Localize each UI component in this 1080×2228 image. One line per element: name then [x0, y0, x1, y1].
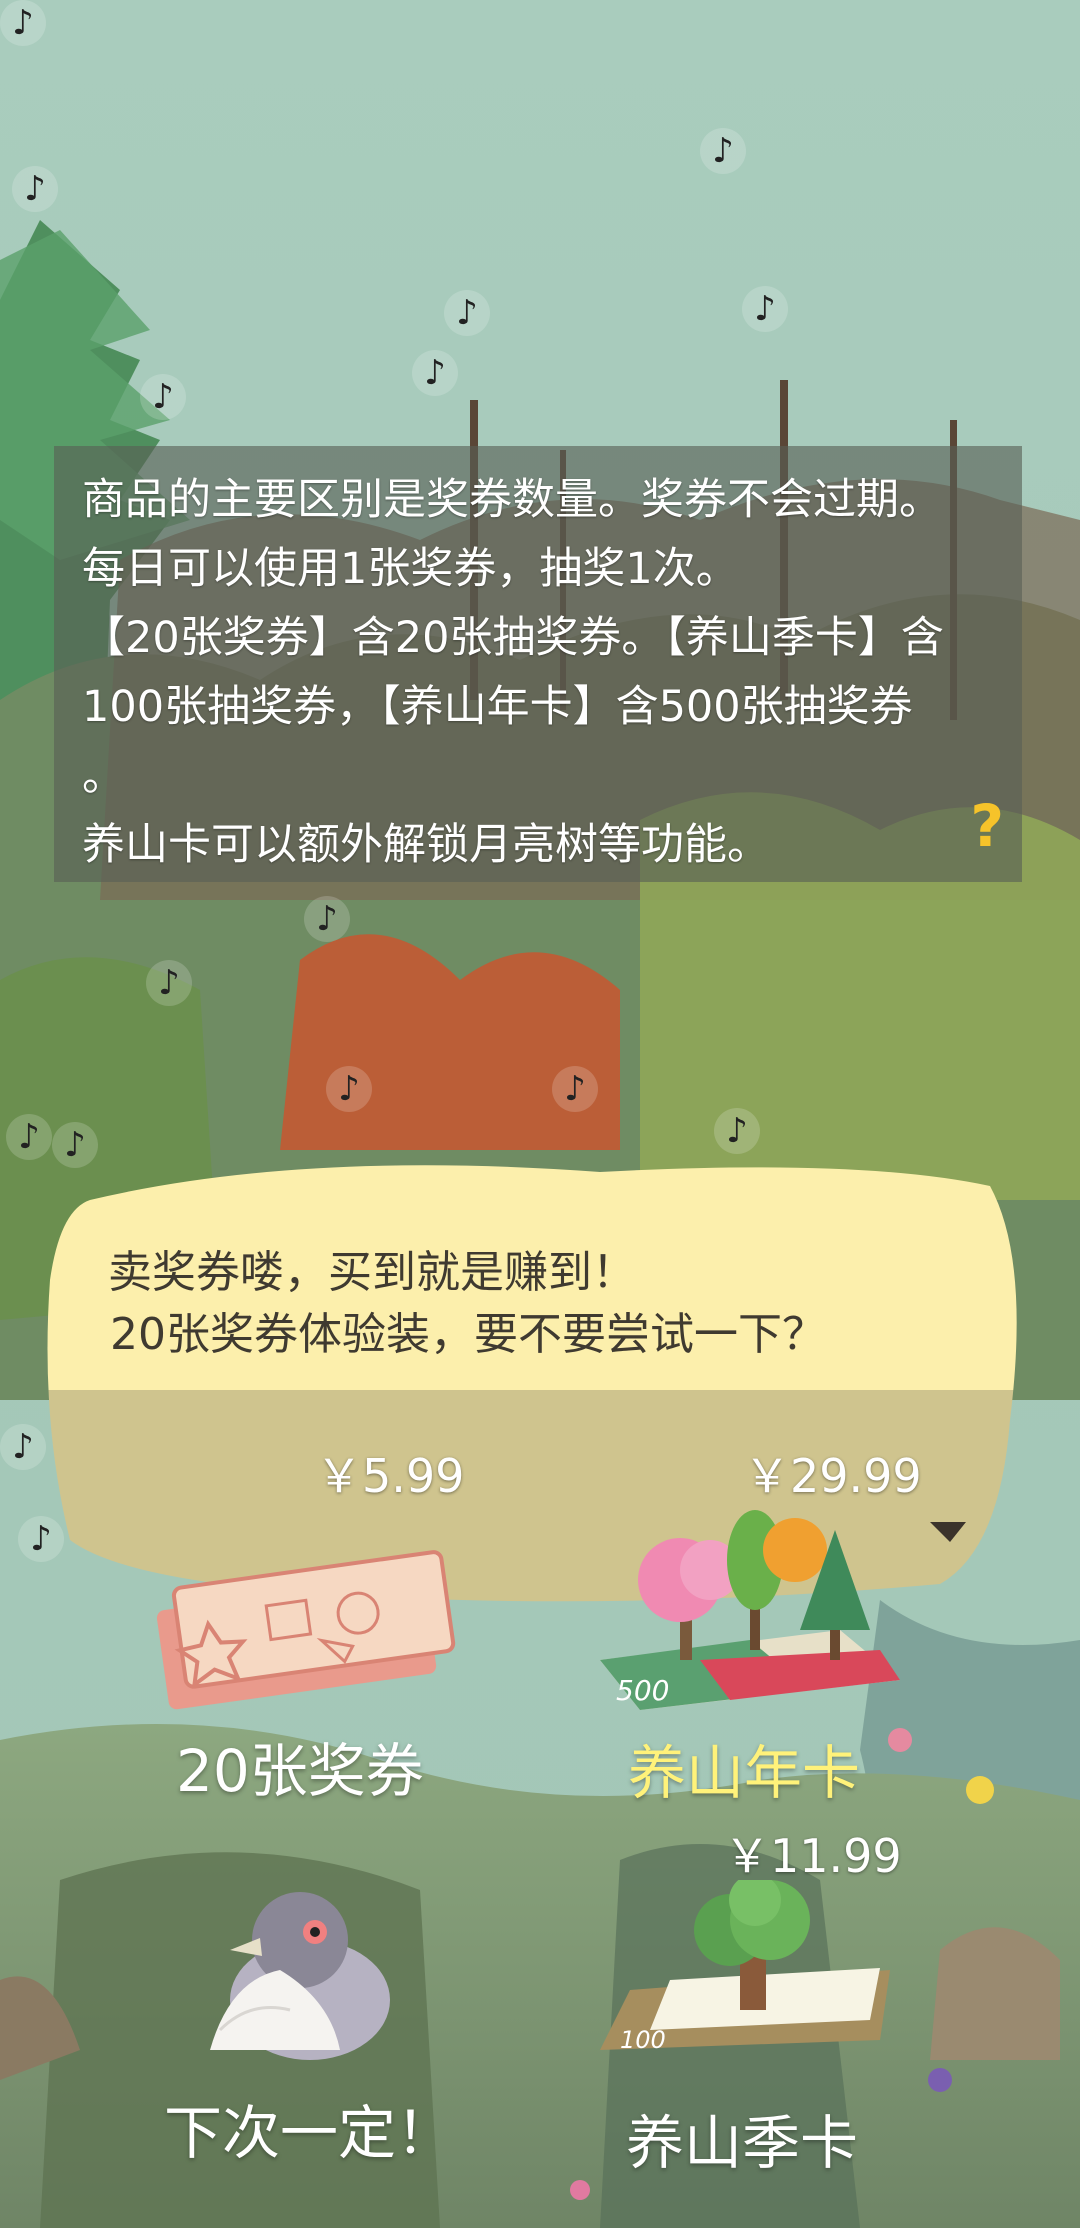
season-card-number: 100 [620, 2026, 666, 2054]
speech-line-2: 20张奖券体验装，要不要尝试一下？ [110, 1309, 826, 1360]
year-card-label: 养山年卡 [628, 1739, 861, 1807]
pigeon-icon [210, 1892, 390, 2060]
season-card-item[interactable]: ￥11.99 100 养山季卡 [590, 1820, 920, 2180]
next-time-label: 下次一定！ [164, 2099, 455, 2167]
season-card-label: 养山季卡 [626, 2109, 859, 2177]
season-card-icon: 100 [600, 1880, 890, 2054]
speech-line-1: 卖奖券喽，买到就是赚到！ [108, 1247, 636, 1298]
season-card-price: ￥11.99 [724, 1829, 902, 1883]
tickets-icon [156, 1550, 456, 1710]
year-card-price: ￥29.99 [744, 1449, 922, 1503]
next-time-item[interactable]: 下次一定！ [150, 1880, 470, 2180]
tickets-item[interactable]: ￥5.99 20张奖券 [140, 1440, 470, 1810]
year-card-item[interactable]: ￥29.99 500 养山年卡 [580, 1440, 940, 1810]
tickets-price: ￥5.99 [316, 1449, 465, 1503]
tickets-label: 20张奖券 [176, 1737, 424, 1805]
year-card-number: 500 [616, 1674, 669, 1707]
year-card-icon: 500 [600, 1510, 900, 1710]
